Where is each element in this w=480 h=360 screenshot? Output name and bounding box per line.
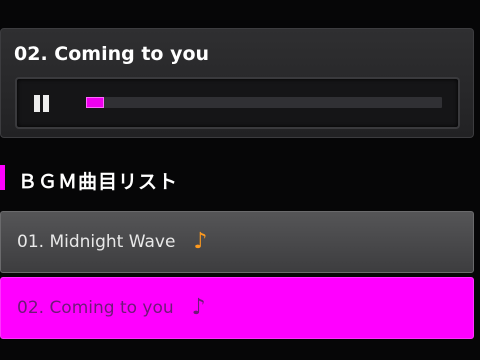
pause-icon[interactable] xyxy=(32,93,52,115)
now-playing-panel: 02. Coming to you xyxy=(0,28,474,138)
section-accent-bar xyxy=(0,165,5,190)
progress-bar[interactable] xyxy=(86,97,442,108)
track-item-midnight-wave[interactable]: 01. Midnight Wave ♪ xyxy=(0,211,474,273)
now-playing-title: 02. Coming to you xyxy=(14,43,210,65)
track-item-coming-to-you[interactable]: 02. Coming to you ♪ xyxy=(0,277,474,339)
track-label: 02. Coming to you xyxy=(17,298,174,318)
playlist-heading: ＢＧＭ曲目リスト xyxy=(18,171,179,193)
track-label: 01. Midnight Wave xyxy=(17,232,176,252)
playback-controls xyxy=(15,77,460,129)
music-note-icon: ♪ xyxy=(191,295,206,320)
music-note-icon: ♪ xyxy=(193,229,208,254)
progress-fill xyxy=(86,97,104,108)
